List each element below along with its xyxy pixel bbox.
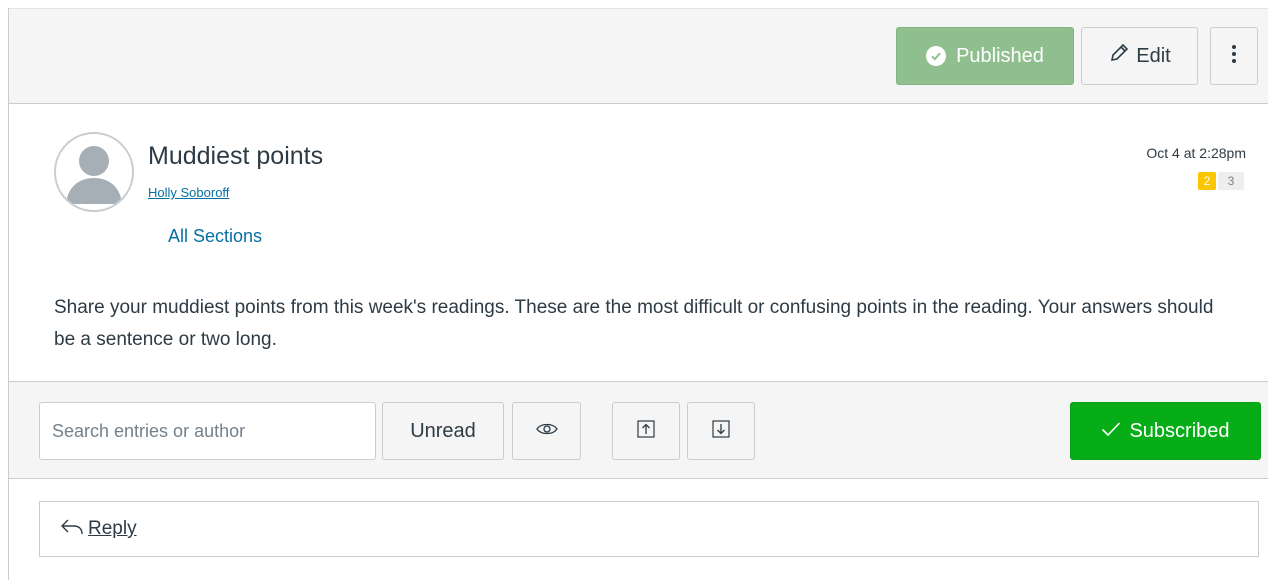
- avatar[interactable]: [54, 132, 134, 212]
- expand-all-icon: [712, 419, 730, 443]
- pencil-icon: [1108, 42, 1130, 70]
- unread-label: Unread: [410, 419, 476, 442]
- topic-title: Muddiest points: [148, 142, 324, 170]
- unread-count-badge: 2: [1198, 172, 1216, 190]
- toggle-visibility-button[interactable]: [512, 402, 581, 460]
- edit-label: Edit: [1136, 44, 1171, 67]
- collapse-all-button[interactable]: [612, 402, 680, 460]
- reply-link[interactable]: Reply: [88, 518, 137, 540]
- collapse-all-icon: [637, 419, 655, 443]
- unread-filter-button[interactable]: Unread: [382, 402, 504, 460]
- published-button[interactable]: Published: [896, 27, 1074, 85]
- total-count-badge: 3: [1218, 172, 1244, 190]
- subscribed-button[interactable]: Subscribed: [1070, 402, 1261, 460]
- eye-icon: [535, 422, 558, 441]
- kebab-icon: [1231, 43, 1237, 70]
- edit-button[interactable]: Edit: [1081, 27, 1198, 85]
- subscribed-label: Subscribed: [1129, 419, 1230, 442]
- check-circle-icon: [926, 46, 947, 66]
- post-date: Oct 4 at 2:28pm: [1146, 145, 1246, 161]
- reply-box[interactable]: Reply: [39, 501, 1259, 557]
- checkmark-icon: [1101, 420, 1121, 443]
- published-label: Published: [956, 44, 1044, 67]
- topic-message: Share your muddiest points from this wee…: [54, 297, 1214, 350]
- reply-arrow-icon: [60, 517, 84, 542]
- expand-all-button[interactable]: [687, 402, 755, 460]
- author-link[interactable]: Holly Soboroff: [148, 185, 229, 200]
- sections-link[interactable]: All Sections: [168, 226, 262, 247]
- header-toolbar: [9, 8, 1268, 104]
- avatar-placeholder-icon: [66, 146, 122, 204]
- more-options-button[interactable]: [1210, 27, 1258, 85]
- search-input[interactable]: [39, 402, 376, 460]
